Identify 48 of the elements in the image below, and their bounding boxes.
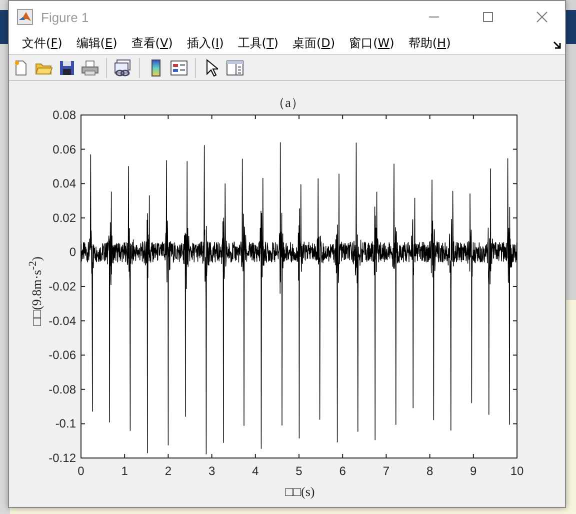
y-tick-label: 0	[69, 245, 76, 260]
menu-item[interactable]: 编辑(E)	[69, 35, 124, 52]
x-axis-label: □□(s)	[284, 484, 316, 500]
x-tick-label: 3	[208, 464, 216, 478]
menu-item[interactable]: 查看(V)	[124, 35, 180, 52]
x-tick-label: 6	[339, 464, 346, 478]
menu-item[interactable]: 帮助(H)	[401, 35, 458, 52]
y-tick-label: 0.04	[52, 176, 76, 191]
x-tick-label: 5	[296, 464, 302, 478]
legend-icon	[170, 60, 188, 76]
y-tick-label: -0.06	[48, 348, 76, 362]
y-tick-label: 0.02	[52, 210, 76, 225]
colorbar-icon	[151, 58, 161, 77]
maximize-icon	[482, 11, 494, 23]
y-tick-label: 0.06	[52, 142, 76, 156]
menu-item[interactable]: 插入(I)	[180, 35, 231, 52]
menu-item[interactable]: 窗口(W)	[342, 35, 402, 52]
dock-arrow-icon[interactable]	[553, 41, 561, 49]
x-tick-label: 7	[382, 464, 390, 478]
y-tick-label: -0.1	[55, 416, 76, 431]
menu-item[interactable]: 工具(T)	[230, 35, 286, 52]
app-logo-icon	[17, 9, 33, 25]
menu-item[interactable]: 文件(F)	[15, 35, 70, 52]
printer-icon	[81, 60, 99, 76]
property-editor-icon	[226, 60, 244, 76]
x-tick-label: 2	[164, 464, 172, 478]
menu-item[interactable]: 桌面(D)	[285, 35, 342, 52]
linked-plot-icon	[114, 58, 132, 77]
axes-title: （a）	[271, 94, 305, 112]
x-tick-label: 0	[78, 464, 84, 478]
x-tick-label: 9	[470, 464, 477, 478]
x-tick-label: 8	[426, 464, 434, 478]
y-tick-label: -0.08	[48, 382, 76, 396]
close-icon	[536, 11, 548, 23]
y-tick-label: -0.02	[48, 280, 76, 294]
toolbar-button[interactable]	[169, 58, 189, 78]
toolbar-button[interactable]	[225, 58, 245, 78]
x-tick-label: 4	[252, 464, 259, 478]
pointer-icon	[206, 58, 218, 77]
window-title: Figure 1	[41, 10, 90, 24]
toolbar-button[interactable]	[113, 58, 133, 78]
save-icon	[59, 60, 75, 76]
y-tick-label: -0.12	[48, 451, 76, 465]
y-tick-label: 0.08	[52, 108, 76, 122]
x-tick-label: 10	[510, 464, 524, 478]
y-tick-label: -0.04	[48, 314, 76, 328]
new-file-icon	[13, 60, 29, 76]
x-tick-label: 1	[121, 464, 128, 478]
